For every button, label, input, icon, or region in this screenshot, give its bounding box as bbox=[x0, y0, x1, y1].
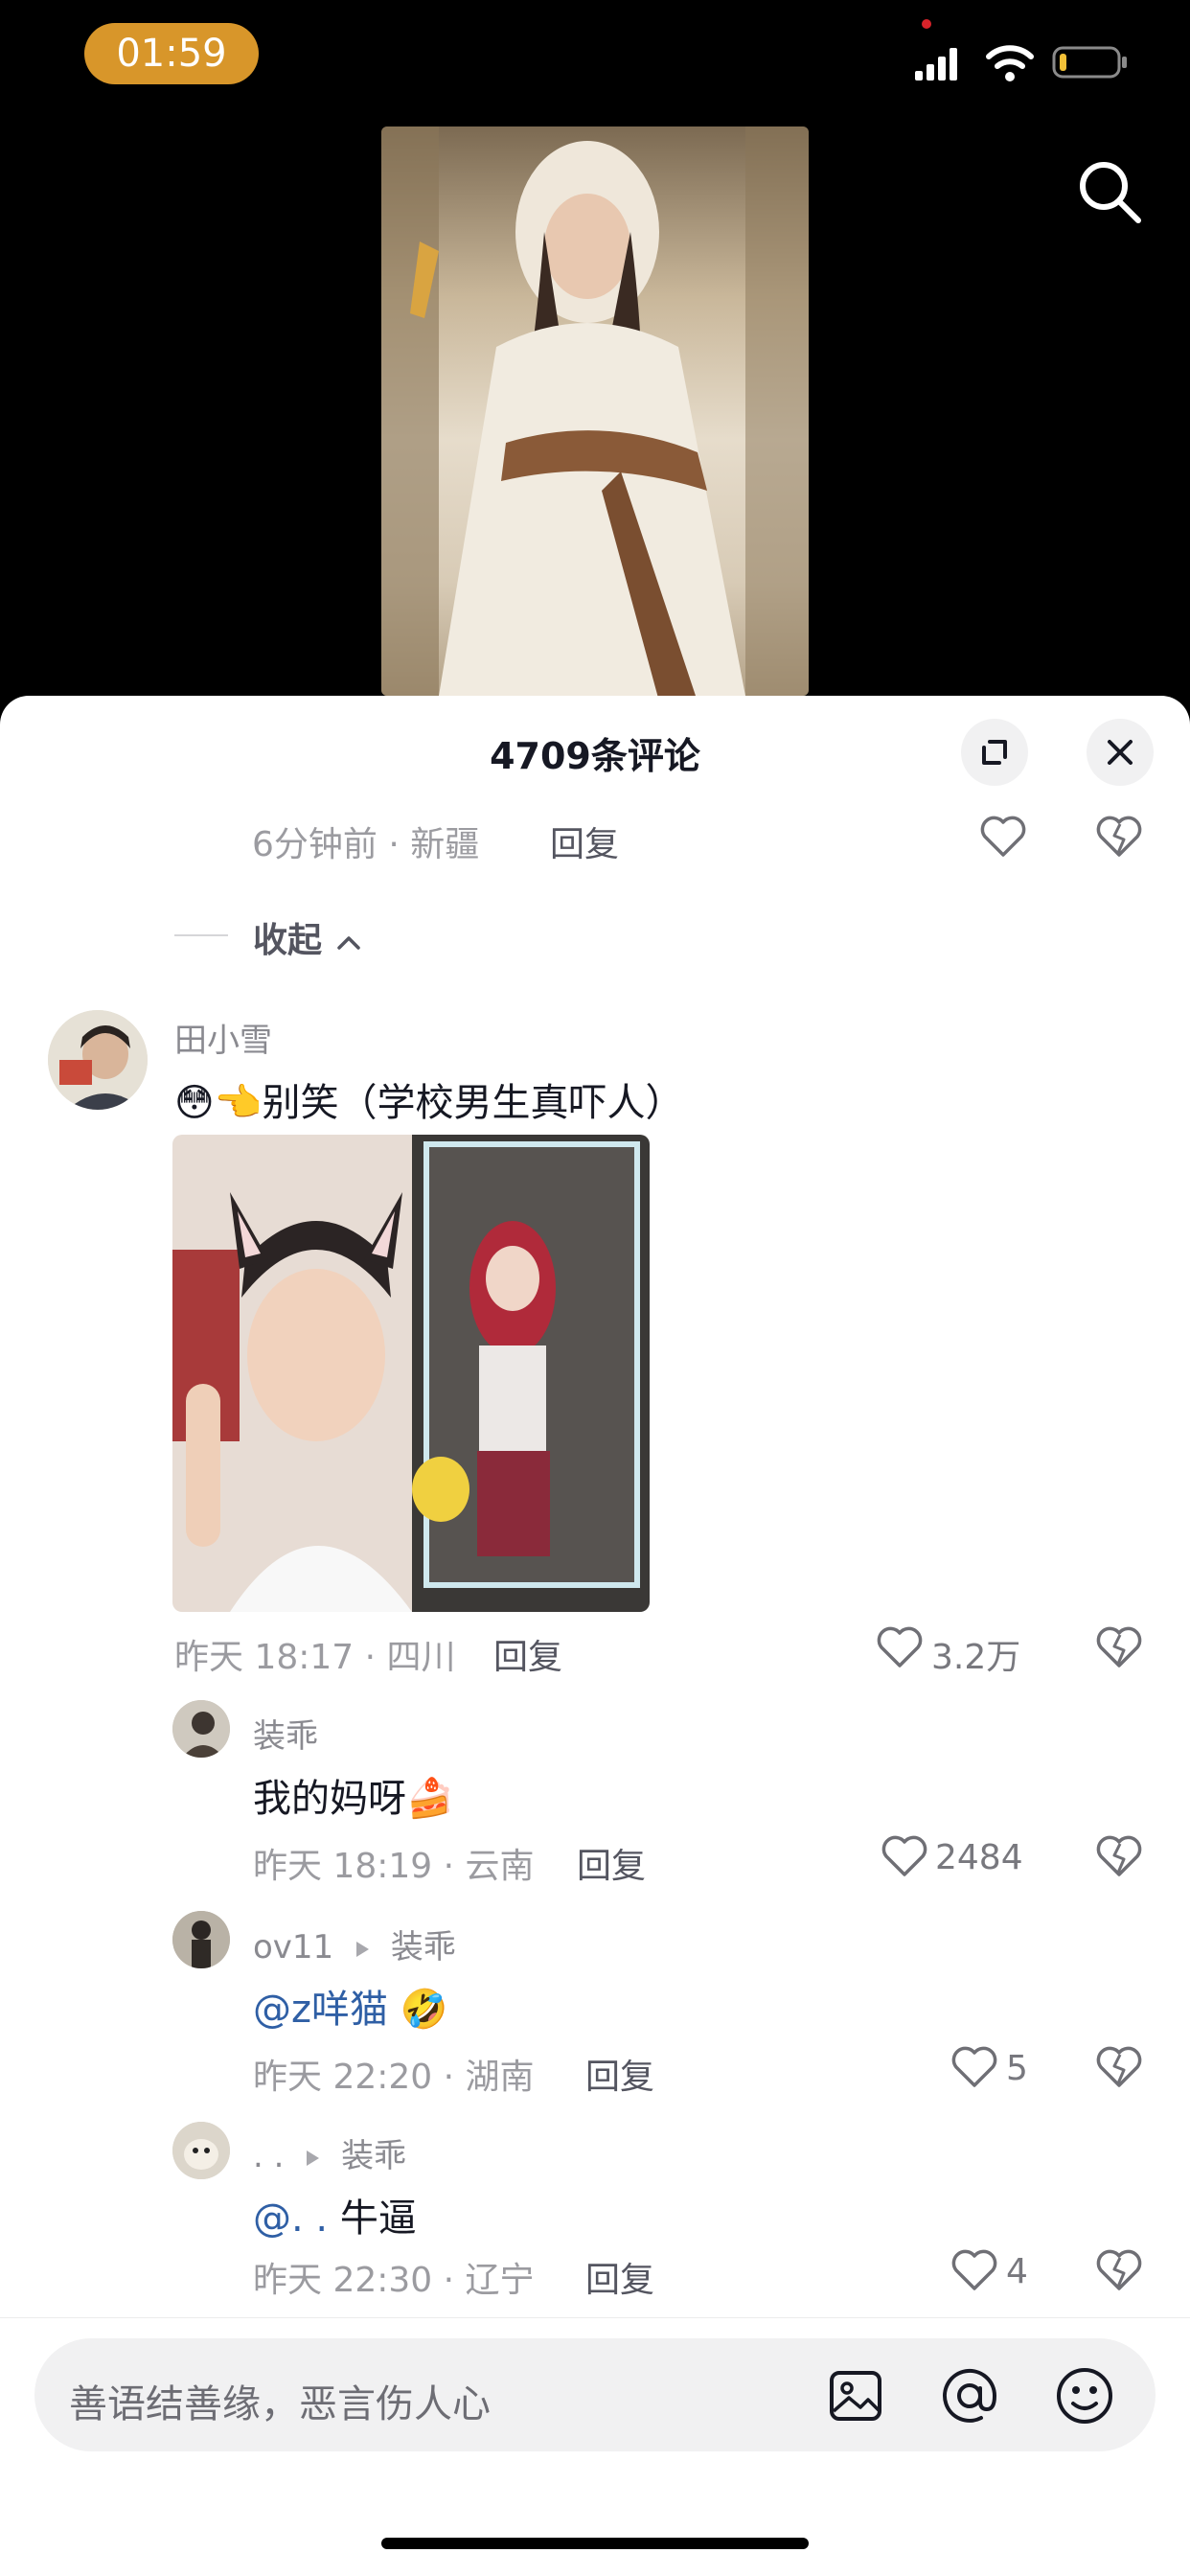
like-heart-icon[interactable] bbox=[876, 1625, 924, 1669]
prev-comment-reply-button[interactable]: 回复 bbox=[550, 816, 619, 866]
comment-username[interactable]: 田小雪 bbox=[174, 1014, 272, 1061]
avatar-image bbox=[172, 1700, 230, 1758]
reply-username-row: . . 装乖 bbox=[253, 2129, 406, 2176]
comment-reply-button[interactable]: 回复 bbox=[493, 1629, 562, 1679]
reply-username[interactable]: 装乖 bbox=[253, 1710, 318, 1757]
reply-like-count: 2484 bbox=[935, 1838, 1023, 1877]
reply-username[interactable]: ov11 bbox=[253, 1928, 333, 1966]
reply-text: @. . 牛逼 bbox=[253, 2187, 417, 2242]
like-heart-icon[interactable] bbox=[950, 2248, 998, 2292]
recording-dot-icon bbox=[922, 19, 931, 29]
reply-meta: 昨天 22:20 · 湖南 bbox=[253, 2058, 535, 2097]
comment-meta: 昨天 18:17 · 四川 bbox=[174, 1638, 456, 1677]
reply-to-arrow-icon bbox=[356, 1941, 369, 1957]
collapse-divider bbox=[174, 934, 228, 936]
collapse-label: 收起 bbox=[253, 921, 323, 960]
close-button[interactable] bbox=[1087, 719, 1154, 786]
comment-image[interactable] bbox=[172, 1135, 650, 1612]
search-icon[interactable] bbox=[1073, 155, 1146, 228]
close-icon bbox=[1108, 740, 1133, 765]
comment-input-placeholder: 善语结善缘，恶言伤人心 bbox=[69, 2382, 491, 2426]
dislike-broken-heart-icon[interactable] bbox=[1095, 2248, 1143, 2292]
expand-button[interactable] bbox=[961, 719, 1028, 786]
reply-emoji: 🍰 bbox=[406, 1777, 454, 1821]
reply-reply-button[interactable]: 回复 bbox=[577, 1838, 646, 1888]
reply-meta: 昨天 22:30 · 辽宁 bbox=[253, 2261, 535, 2300]
reply-body: 牛逼 bbox=[339, 2196, 417, 2241]
dislike-broken-heart-icon[interactable] bbox=[1095, 1625, 1143, 1669]
avatar[interactable] bbox=[48, 1010, 148, 1110]
reply-text: 我的妈呀🍰 bbox=[253, 1767, 454, 1823]
avatar-image bbox=[172, 2122, 230, 2179]
avatar-image bbox=[172, 1911, 230, 1968]
chevron-up-icon bbox=[336, 936, 360, 950]
wifi-icon bbox=[986, 45, 1034, 81]
video-thumbnail[interactable] bbox=[381, 126, 809, 696]
reply-text: @z咩猫 🤣 bbox=[253, 1978, 448, 2034]
avatar[interactable] bbox=[172, 1700, 230, 1758]
comment-like-count: 3.2万 bbox=[931, 1638, 1021, 1677]
expand-icon bbox=[982, 740, 1007, 765]
battery-icon bbox=[1052, 46, 1127, 79]
prev-comment-meta: 6分钟前 · 新疆 bbox=[252, 825, 480, 864]
like-heart-icon[interactable] bbox=[979, 815, 1027, 859]
like-heart-icon[interactable] bbox=[881, 1834, 928, 1878]
reply-reply-button[interactable]: 回复 bbox=[585, 2049, 654, 2099]
reply-meta: 昨天 18:19 · 云南 bbox=[253, 1847, 535, 1886]
avatar[interactable] bbox=[172, 2122, 230, 2179]
reply-mention[interactable]: @. . bbox=[253, 2196, 328, 2241]
reply-body: 我的妈呀 bbox=[253, 1777, 406, 1821]
collapse-replies-button[interactable]: 收起 bbox=[253, 912, 363, 962]
reply-like-count: 5 bbox=[1006, 2049, 1028, 2088]
reply-username[interactable]: . . bbox=[253, 2137, 284, 2175]
status-time: 01:59 bbox=[84, 23, 259, 84]
image-icon[interactable] bbox=[828, 2369, 883, 2423]
reply-target-username[interactable]: 装乖 bbox=[391, 1928, 456, 1966]
avatar[interactable] bbox=[172, 1911, 230, 1968]
dislike-broken-heart-icon[interactable] bbox=[1095, 815, 1143, 859]
like-heart-icon[interactable] bbox=[950, 2045, 998, 2089]
reply-reply-button[interactable]: 回复 bbox=[585, 2252, 654, 2302]
reply-to-arrow-icon bbox=[307, 2150, 320, 2166]
comment-photo-collage bbox=[172, 1135, 650, 1612]
reply-target-username[interactable]: 装乖 bbox=[341, 2137, 406, 2175]
comment-body: 别笑（学校男生真吓人） bbox=[262, 1081, 684, 1125]
home-indicator[interactable] bbox=[381, 2538, 809, 2549]
avatar-image bbox=[48, 1010, 148, 1110]
emoji-icon[interactable] bbox=[1054, 2365, 1115, 2426]
dislike-broken-heart-icon[interactable] bbox=[1095, 1834, 1143, 1878]
reply-mention[interactable]: @z咩猫 bbox=[253, 1988, 388, 2032]
input-divider bbox=[0, 2317, 1190, 2318]
comment-emoji: 😳👈 bbox=[174, 1081, 263, 1125]
at-icon[interactable] bbox=[939, 2365, 1000, 2426]
reply-like-count: 4 bbox=[1006, 2252, 1028, 2291]
cellular-signal-icon bbox=[915, 48, 957, 80]
video-figure-illustration bbox=[381, 126, 809, 696]
comment-text: 😳👈别笑（学校男生真吓人） bbox=[174, 1071, 684, 1127]
reply-username-row: ov11 装乖 bbox=[253, 1920, 456, 1967]
dislike-broken-heart-icon[interactable] bbox=[1095, 2045, 1143, 2089]
reply-emoji: 🤣 bbox=[400, 1988, 448, 2032]
